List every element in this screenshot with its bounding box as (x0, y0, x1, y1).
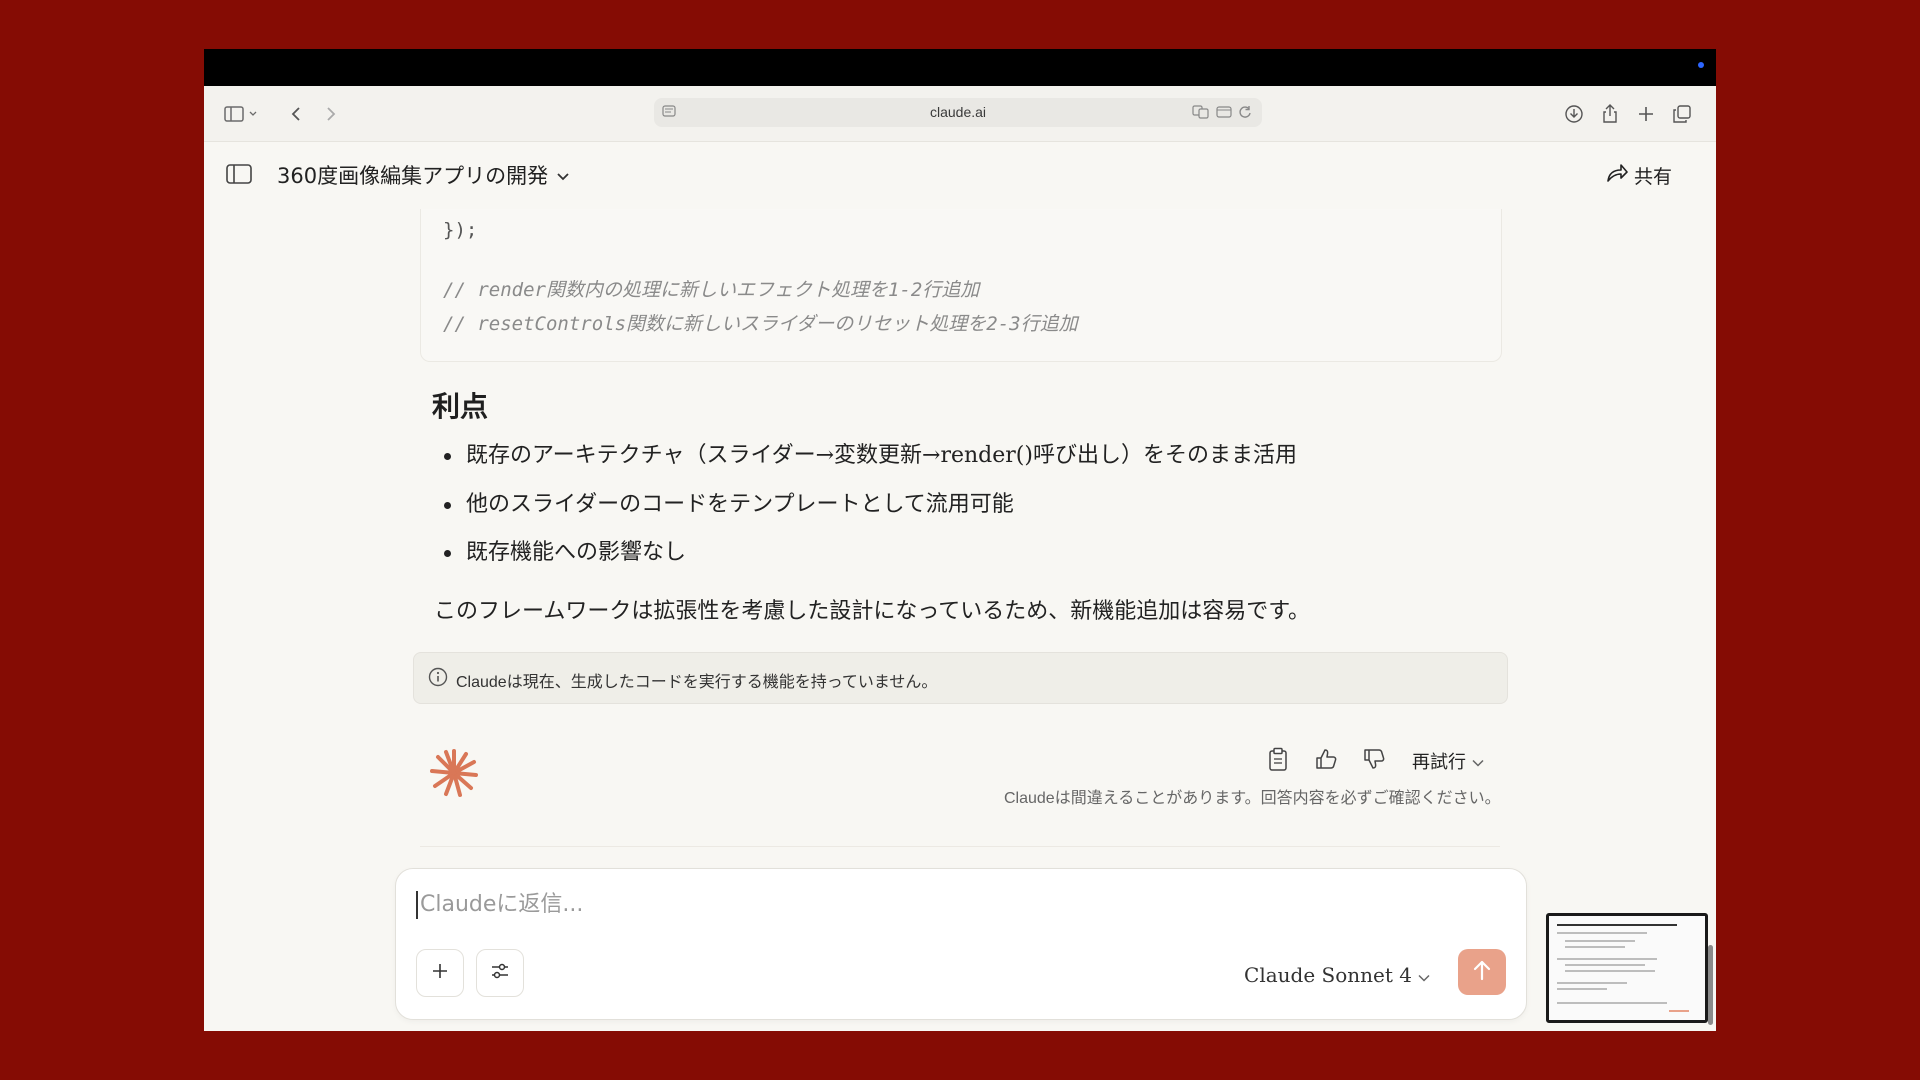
summary-paragraph: このフレームワークは拡張性を考慮した設計になっているため、新機能追加は容易です。 (434, 599, 1311, 624)
translate-icon[interactable] (1192, 104, 1210, 123)
code-line: }); (443, 219, 478, 241)
retry-button[interactable]: 再試行 (1412, 748, 1484, 774)
browser-window: claude.ai 360度画像編集アプリの開発 共有}); // rende… (204, 49, 1716, 1031)
message-composer[interactable]: Claudeに返信... Claude Sonnet 4 (395, 868, 1527, 1020)
notice-text: Claudeは現在、生成したコードを実行する機能を持っていません。 (456, 674, 938, 691)
tools-button[interactable] (476, 949, 524, 997)
share-sheet-icon[interactable] (1598, 102, 1622, 126)
message-actions: 再試行 (1262, 745, 1484, 777)
section-heading: 利点 (432, 390, 489, 423)
info-notice: Claudeは現在、生成したコードを実行する機能を持っていません。 (413, 652, 1508, 704)
benefits-list: 既存のアーキテクチャ（スライダー→変数更新→render()呼び出し）をそのまま… (436, 439, 1297, 585)
address-bar[interactable]: claude.ai (654, 98, 1262, 127)
claude-logo-icon (429, 748, 479, 802)
chevron-down-icon[interactable] (246, 102, 260, 126)
chevron-down-icon (1418, 963, 1430, 987)
arrow-up-icon (1472, 959, 1492, 985)
share-button[interactable]: 共有 (1606, 162, 1672, 189)
forward-icon[interactable] (319, 102, 343, 126)
thumbs-down-button[interactable] (1358, 745, 1390, 777)
sliders-icon (490, 962, 510, 984)
chevron-down-icon (556, 163, 570, 187)
list-item: 既存機能への影響なし (436, 536, 1297, 585)
divider (420, 846, 1500, 847)
code-block: }); // render関数内の処理に新しいエフェクト処理を1-2行追加 //… (420, 209, 1502, 362)
thumbs-down-icon (1363, 748, 1385, 774)
reader-icon[interactable] (1216, 104, 1232, 123)
status-dot (1698, 62, 1704, 68)
reload-icon[interactable] (1238, 104, 1252, 123)
tab-overview-icon[interactable] (1670, 102, 1694, 126)
list-item: 既存のアーキテクチャ（スライダー→変数更新→render()呼び出し）をそのまま… (436, 439, 1297, 488)
list-item: 他のスライダーのコードをテンプレートとして流用可能 (436, 488, 1297, 537)
add-attachment-button[interactable] (416, 949, 464, 997)
scrollbar[interactable] (1708, 945, 1713, 1025)
send-button[interactable] (1458, 949, 1506, 995)
thumbs-up-icon (1315, 748, 1337, 774)
browser-toolbar: claude.ai (204, 86, 1716, 142)
new-tab-icon[interactable] (1634, 102, 1658, 126)
conversation-title-text: 360度画像編集アプリの開発 (277, 164, 549, 188)
info-icon (428, 667, 448, 691)
copy-button[interactable] (1262, 745, 1294, 777)
model-selector[interactable]: Claude Sonnet 4 (1244, 963, 1430, 987)
clipboard-icon (1268, 747, 1288, 775)
reply-input[interactable]: Claudeに返信... (416, 891, 583, 919)
sidebar-toggle-icon[interactable] (226, 164, 252, 188)
share-label: 共有 (1633, 166, 1672, 188)
share-arrow-icon (1606, 163, 1628, 188)
model-label: Claude Sonnet 4 (1244, 963, 1412, 987)
thumbs-up-button[interactable] (1310, 745, 1342, 777)
conversation-title[interactable]: 360度画像編集アプリの開発 (277, 160, 570, 190)
url-text: claude.ai (929, 104, 987, 120)
page-thumbnail[interactable] (1546, 913, 1708, 1023)
chevron-down-icon (1472, 751, 1484, 772)
menu-bar (204, 49, 1716, 86)
disclaimer-text: Claudeは間違えることがあります。回答内容を必ずご確認ください。 (1004, 790, 1501, 807)
back-icon[interactable] (284, 102, 308, 126)
sidebar-toggle-icon[interactable] (222, 102, 246, 126)
download-icon[interactable] (1562, 102, 1586, 126)
plus-icon (431, 962, 449, 984)
code-comment-line: // resetControls関数に新しいスライダーのリセット処理を2-3行追… (443, 313, 1078, 335)
retry-label: 再試行 (1412, 752, 1466, 773)
code-comment-line: // render関数内の処理に新しいエフェクト処理を1-2行追加 (443, 279, 980, 301)
